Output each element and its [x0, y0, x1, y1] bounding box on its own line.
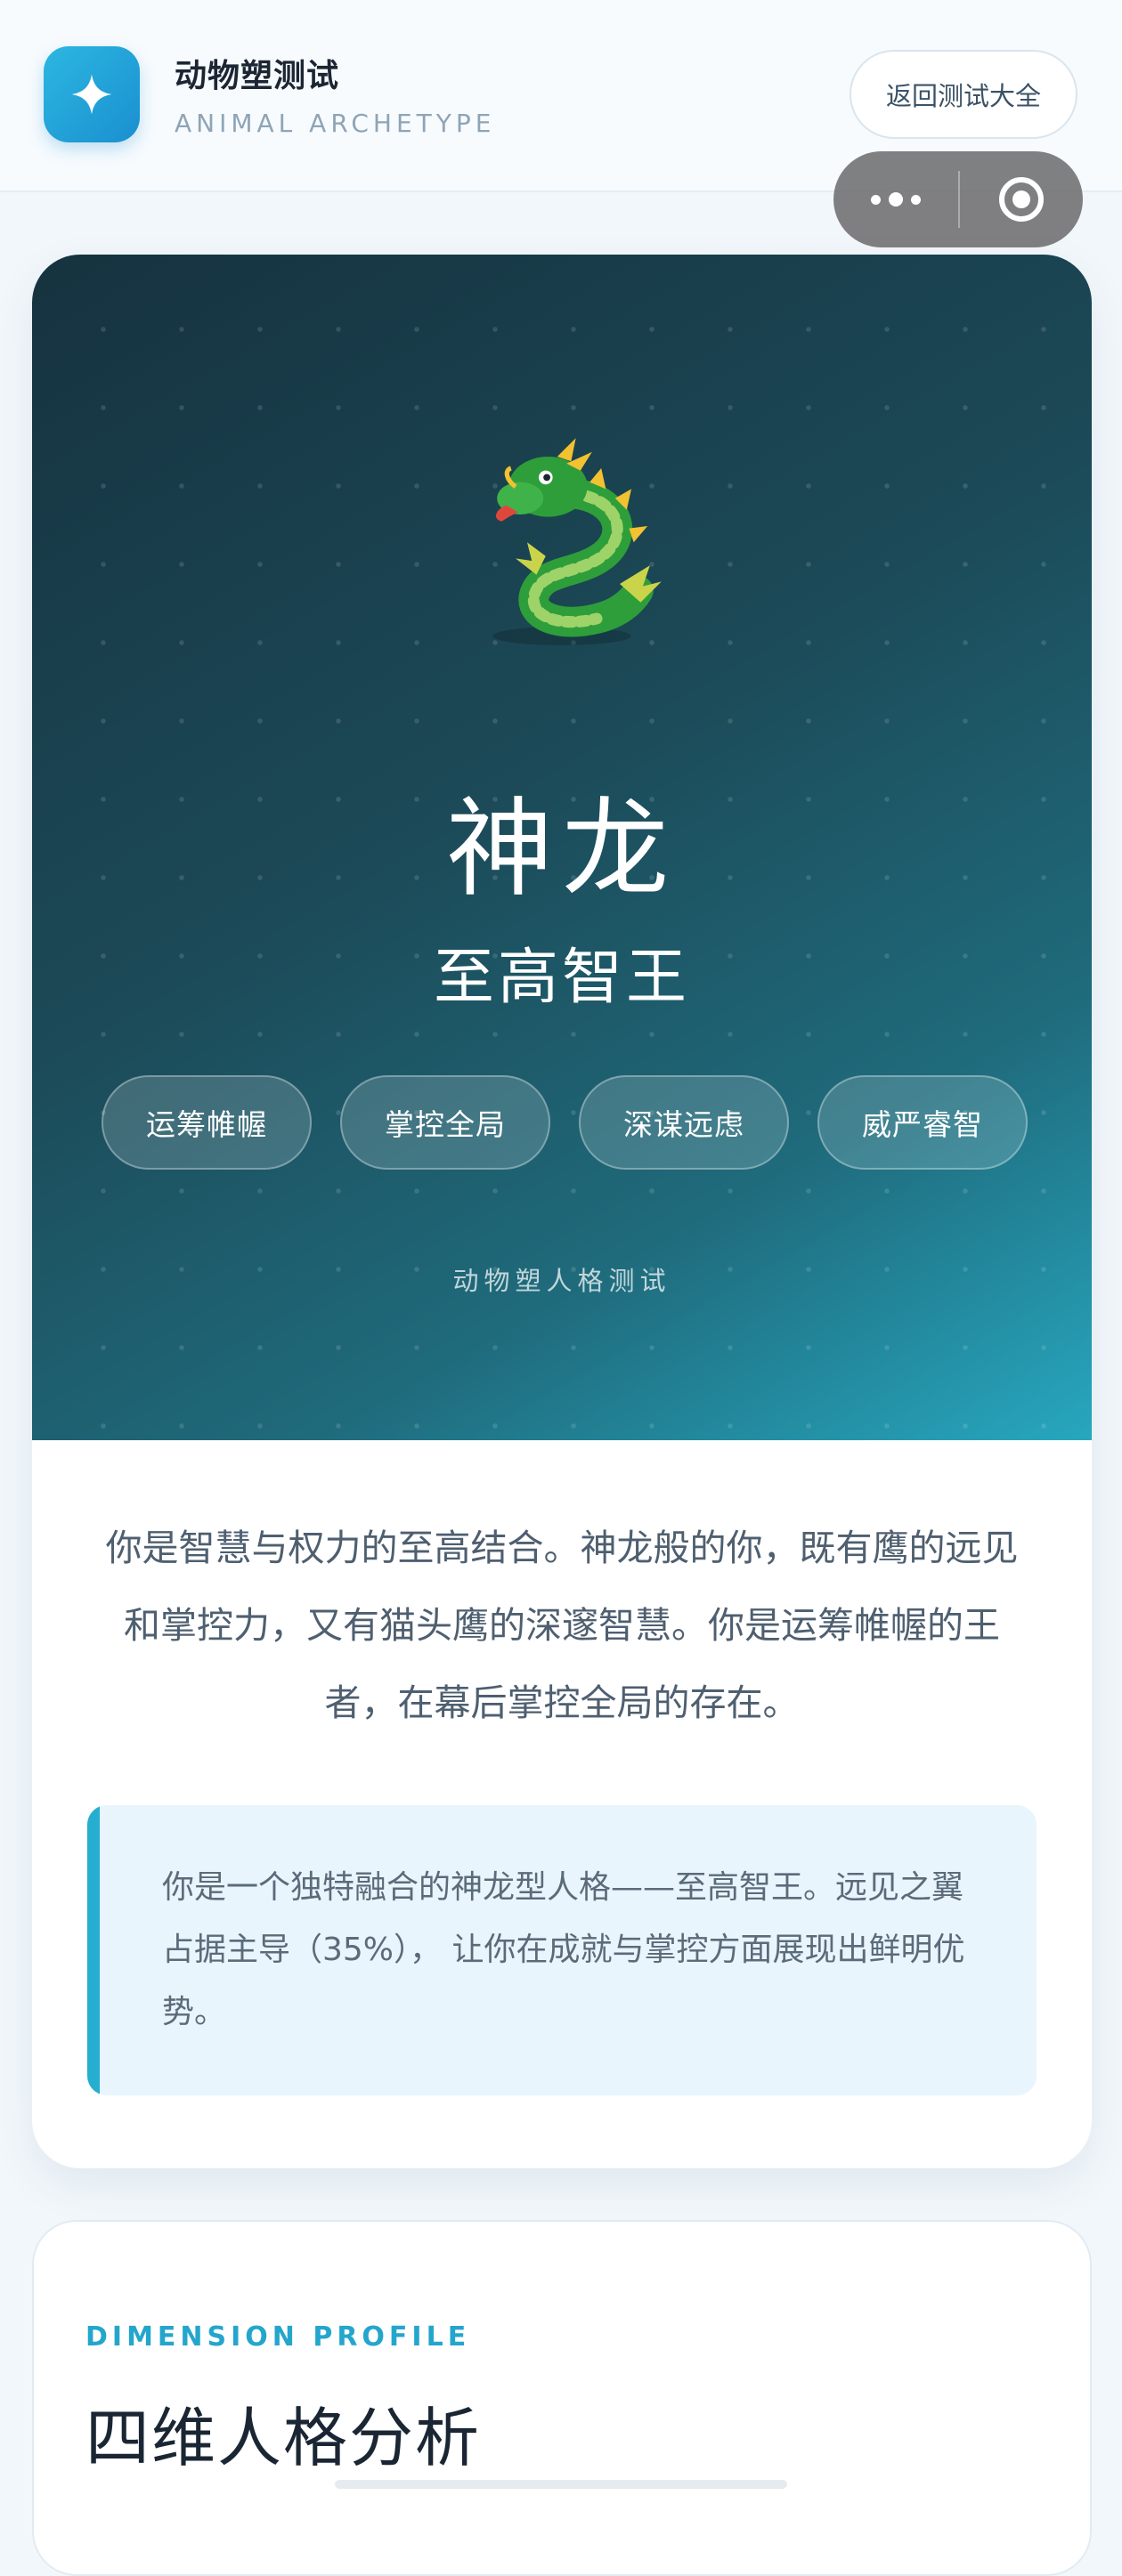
target-icon[interactable]	[960, 151, 1083, 247]
trait-tag: 威严睿智	[817, 1075, 1028, 1170]
app-subtitle: ANIMAL ARCHETYPE	[175, 109, 496, 138]
archetype-name: 神龙	[446, 788, 678, 911]
trait-tag: 运筹帷幄	[102, 1075, 312, 1170]
home-indicator	[335, 2480, 787, 2489]
back-to-tests-button[interactable]: 返回测试大全	[850, 50, 1077, 139]
more-dots-icon[interactable]	[833, 151, 958, 247]
highlight-text: 你是一个独特融合的神龙型人格——至高智王。远见之翼占据主导（35%）， 让你在成…	[162, 1869, 965, 2030]
dimension-title: 四维人格分析	[85, 2401, 482, 2475]
dimension-eyebrow: DIMENSION PROFILE	[85, 2321, 471, 2353]
app-title: 动物塑测试	[175, 58, 340, 94]
archetype-title: 至高智王	[433, 943, 690, 1013]
highlight-accent-bar	[87, 1805, 100, 2095]
trait-tags: 运筹帷幄 掌控全局 深谋远虑 威严睿智	[102, 1075, 1028, 1171]
trait-tag: 深谋远虑	[579, 1075, 789, 1170]
result-highlight-box: 你是一个独特融合的神龙型人格——至高智王。远见之翼占据主导（35%）， 让你在成…	[87, 1805, 1037, 2095]
result-summary: 你是智慧与权力的至高结合。神龙般的你，既有鹰的远见和掌控力，又有猫头鹰的深邃智慧…	[105, 1527, 1019, 1724]
trait-tag: 掌控全局	[340, 1075, 550, 1170]
sparkle-icon	[44, 46, 140, 142]
hero-footer-label: 动物塑人格测试	[452, 1266, 671, 1296]
result-hero: 神龙 至高智王 运筹帷幄 掌控全局 深谋远虑 威严睿智 动物塑人格测试	[32, 255, 1092, 1440]
dimension-card: DIMENSION PROFILE 四维人格分析	[32, 2220, 1092, 2576]
dragon-emoji-icon	[446, 422, 678, 653]
mini-program-capsule	[833, 151, 1083, 247]
result-card: 神龙 至高智王 运筹帷幄 掌控全局 深谋远虑 威严睿智 动物塑人格测试 你是智慧…	[32, 255, 1092, 2168]
